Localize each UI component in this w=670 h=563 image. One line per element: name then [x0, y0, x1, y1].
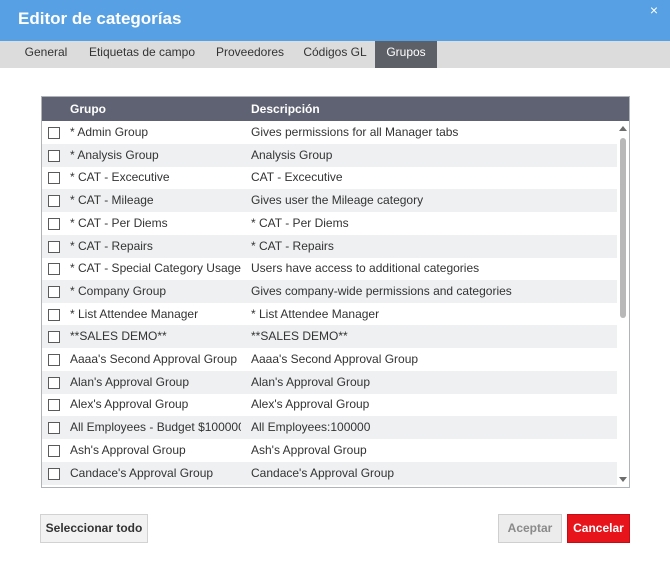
row-checkbox[interactable] [48, 263, 60, 276]
grid-body: * Admin Group Gives permissions for all M… [42, 121, 617, 487]
row-checkbox[interactable] [48, 467, 60, 480]
tab-codigos-gl[interactable]: Códigos GL [296, 41, 374, 68]
row-checkbox[interactable] [48, 217, 60, 230]
accept-button[interactable]: Aceptar [498, 514, 562, 543]
cell-grupo: Candace's Approval Group [70, 465, 214, 480]
cell-grupo: All Employees - Budget $100000 [70, 420, 241, 435]
cell-grupo: * CAT - Per Diems [70, 215, 168, 230]
table-row[interactable]: Alex's Approval Group Alex's Approval Gro… [42, 393, 617, 416]
cell-descripcion: Ash's Approval Group [251, 442, 367, 457]
table-row[interactable]: * List Attendee Manager * List Attendee M… [42, 303, 617, 326]
page-cutoff-strip [0, 556, 670, 563]
cell-descripcion: * List Attendee Manager [251, 306, 380, 321]
cell-descripcion: Analysis Group [251, 147, 333, 162]
row-checkbox[interactable] [48, 195, 60, 208]
cancel-button[interactable]: Cancelar [567, 514, 630, 543]
tab-bar: General Etiquetas de campo Proveedores C… [0, 41, 670, 68]
row-checkbox[interactable] [48, 422, 60, 435]
dialog-title: Editor de categorías [18, 9, 182, 28]
table-row[interactable]: * Analysis Group Analysis Group [42, 143, 617, 167]
scrollbar-thumb[interactable] [620, 138, 626, 318]
cell-grupo: Alan's Approval Group [70, 374, 190, 389]
cell-descripcion: Candace's Approval Group [251, 465, 395, 480]
table-row[interactable]: * CAT - Excecutive CAT - Excecutive [42, 166, 617, 189]
dialog-titlebar: Editor de categorías × [0, 0, 670, 41]
column-header-grupo[interactable]: Grupo [70, 102, 106, 116]
cell-descripcion: Alex's Approval Group [251, 397, 370, 412]
select-all-button[interactable]: Seleccionar todo [40, 514, 148, 543]
cell-descripcion: Gives permissions for all Manager tabs [251, 125, 459, 139]
cell-grupo: Aaaa's Second Approval Group [70, 352, 238, 366]
row-checkbox[interactable] [48, 308, 60, 321]
table-row[interactable]: * CAT - Per Diems * CAT - Per Diems [42, 212, 617, 235]
cell-descripcion: CAT - Excecutive [251, 170, 343, 185]
row-checkbox[interactable] [48, 444, 60, 457]
row-checkbox[interactable] [48, 172, 60, 185]
tab-grupos[interactable]: Grupos [375, 41, 437, 68]
row-checkbox[interactable] [48, 149, 60, 162]
groups-grid: Grupo Descripción * Admin Group Gives per… [41, 96, 630, 488]
cell-grupo: * CAT - Repairs [70, 238, 153, 253]
column-header-descripcion[interactable]: Descripción [251, 102, 320, 116]
cell-grupo: * CAT - Excecutive [70, 170, 170, 185]
cell-descripcion: Alan's Approval Group [251, 374, 371, 389]
close-icon[interactable]: × [650, 2, 658, 18]
table-row[interactable]: * CAT - Repairs * CAT - Repairs [42, 234, 617, 258]
cell-grupo: * CAT - Special Category Usage Gr [70, 261, 241, 276]
table-row[interactable]: * Company Group Gives company-wide permis… [42, 279, 617, 303]
table-row[interactable]: Candace's Approval Group Candace's Approv… [42, 461, 617, 485]
tab-general[interactable]: General [13, 41, 79, 68]
cell-grupo: Ash's Approval Group [70, 442, 186, 457]
cell-grupo: * List Attendee Manager [70, 306, 199, 321]
table-row[interactable]: **SALES DEMO** **SALES DEMO** [42, 325, 617, 349]
cell-descripcion: Aaaa's Second Approval Group [251, 352, 419, 366]
scroll-down-arrow-icon[interactable] [619, 477, 627, 482]
cell-descripcion: Gives user the Mileage category [251, 193, 424, 208]
cell-grupo: * Admin Group [70, 125, 149, 139]
row-checkbox[interactable] [48, 127, 60, 139]
table-row[interactable]: * Admin Group Gives permissions for all M… [42, 121, 617, 144]
cell-grupo: * Analysis Group [70, 147, 159, 162]
table-row[interactable]: All Employees - Budget $100000 All Employ… [42, 416, 617, 440]
cell-descripcion: **SALES DEMO** [251, 329, 348, 344]
row-checkbox[interactable] [48, 399, 60, 412]
cell-grupo: * Company Group [70, 283, 167, 298]
row-checkbox[interactable] [48, 354, 60, 366]
vertical-scrollbar[interactable] [617, 121, 629, 487]
tab-proveedores[interactable]: Proveedores [205, 41, 295, 68]
row-checkbox[interactable] [48, 240, 60, 253]
cell-grupo: **SALES DEMO** [70, 329, 167, 344]
table-row[interactable]: * CAT - Special Category Usage Gr Users h… [42, 257, 617, 280]
grid-header: Grupo Descripción [42, 97, 629, 121]
scroll-up-arrow-icon[interactable] [619, 126, 627, 131]
row-checkbox[interactable] [48, 376, 60, 389]
cell-grupo: * CAT - Mileage [70, 193, 154, 208]
cell-descripcion: Gives company-wide permissions and categ… [251, 283, 512, 298]
cell-grupo: Alex's Approval Group [70, 397, 189, 412]
tab-etiquetas-de-campo[interactable]: Etiquetas de campo [80, 41, 204, 68]
cell-descripcion: All Employees:100000 [251, 420, 371, 435]
row-checkbox[interactable] [48, 285, 60, 298]
table-row[interactable]: * CAT - Mileage Gives user the Mileage ca… [42, 189, 617, 213]
cell-descripcion: Users have access to additional categori… [251, 261, 480, 276]
table-row[interactable]: Alan's Approval Group Alan's Approval Gro… [42, 370, 617, 394]
row-checkbox[interactable] [48, 331, 60, 344]
cell-descripcion: * CAT - Per Diems [251, 215, 349, 230]
cell-descripcion: * CAT - Repairs [251, 238, 334, 253]
table-row[interactable]: Ash's Approval Group Ash's Approval Group [42, 439, 617, 462]
table-row[interactable]: Aaaa's Second Approval Group Aaaa's Secon… [42, 348, 617, 371]
